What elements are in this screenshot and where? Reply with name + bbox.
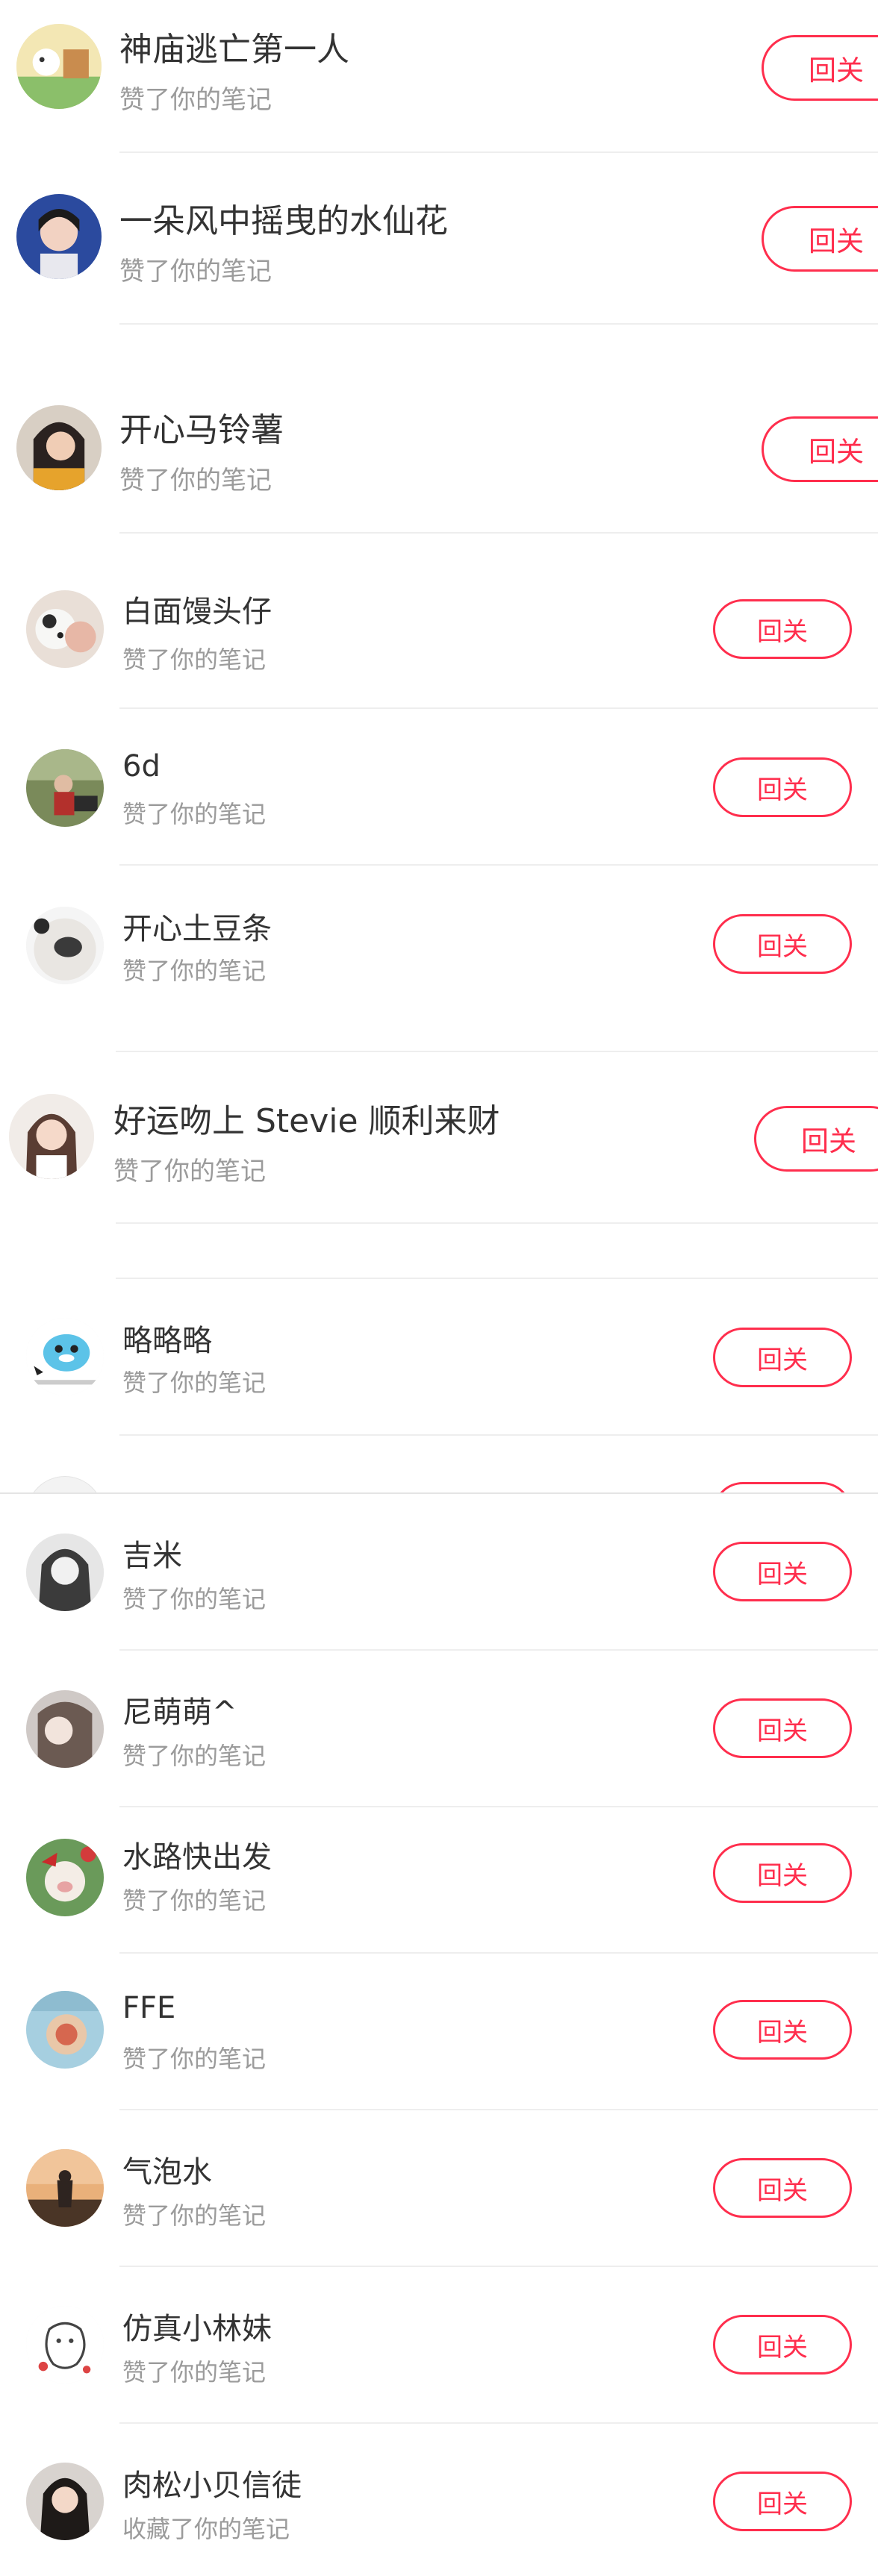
- activity-text: 赞了你的笔记: [119, 466, 272, 495]
- activity-text: 赞了你的笔记: [122, 2358, 267, 2386]
- activity-text: 赞了你的笔记: [119, 257, 272, 287]
- activity-text: 赞了你的笔记: [122, 645, 267, 674]
- food-photo-avatar[interactable]: [26, 1991, 104, 2069]
- list-item[interactable]: 好运吻上 Stevie 顺利来财 赞了你的笔记 回关: [0, 1052, 878, 1224]
- list-item[interactable]: 白面馒头仔 赞了你的笔记 回关: [0, 534, 878, 709]
- doodle-avatar[interactable]: [26, 2306, 104, 2383]
- portrait-photo-avatar[interactable]: [26, 1690, 104, 1768]
- girl-photo-avatar[interactable]: [9, 1094, 94, 1179]
- activity-text: 赞了你的笔记: [122, 1369, 267, 1397]
- follow-back-button[interactable]: 回关: [713, 2158, 852, 2218]
- follow-back-button[interactable]: 回关: [762, 206, 878, 272]
- follow-back-button[interactable]: 回关: [713, 1843, 852, 1903]
- list-item[interactable]: 水路快出发 赞了你的笔记 回关: [0, 1807, 878, 1954]
- portrait-photo-avatar[interactable]: [26, 1534, 104, 1611]
- activity-text: 赞了你的笔记: [122, 2045, 267, 2073]
- follow-back-button[interactable]: 回关: [762, 416, 878, 482]
- sunset-photo-avatar[interactable]: [26, 2149, 104, 2227]
- list-item[interactable]: 吉米 赞了你的笔记 回关: [0, 1494, 878, 1651]
- activity-text: 收藏了你的笔记: [122, 2515, 290, 2543]
- username: 略略略: [122, 1324, 212, 1358]
- activity-text: 赞了你的笔记: [122, 1742, 267, 1770]
- list-item[interactable]: 略略略 赞了你的笔记 回关: [0, 1279, 878, 1436]
- username: 吉米: [122, 1539, 182, 1573]
- list-item[interactable]: 6d 赞了你的笔记 回关: [0, 709, 878, 866]
- username: 6d: [122, 749, 161, 784]
- follow-back-button[interactable]: 回关: [754, 1106, 878, 1172]
- activity-text: 赞了你的笔记: [122, 800, 267, 828]
- follow-back-button[interactable]: 回关: [713, 1542, 852, 1601]
- outdoor-photo-avatar[interactable]: [26, 749, 104, 827]
- activity-text: 赞了你的笔记: [122, 1585, 267, 1613]
- username: 气泡水: [122, 2155, 212, 2189]
- activity-text: 赞了你的笔记: [113, 1157, 266, 1187]
- avatar: [26, 1476, 104, 1492]
- username: 水路快出发: [122, 1840, 272, 1875]
- follow-back-button[interactable]: 回关: [762, 35, 878, 101]
- list-item[interactable]: 神庙逃亡第一人 赞了你的笔记 回关: [0, 0, 878, 153]
- dog-photo-avatar[interactable]: [26, 590, 104, 668]
- follow-back-button[interactable]: 回关: [713, 2000, 852, 2060]
- activity-text: 赞了你的笔记: [122, 2201, 267, 2230]
- list-item[interactable]: 尼萌萌^ 赞了你的笔记 回关: [0, 1651, 878, 1807]
- girl-photo-avatar[interactable]: [26, 2463, 104, 2540]
- username: FFE: [122, 1991, 176, 2025]
- username: 仿真小林妹: [122, 2312, 272, 2346]
- username: 神庙逃亡第一人: [119, 31, 349, 69]
- follow-back-button: [713, 1482, 852, 1492]
- activity-text: 赞了你的笔记: [122, 957, 267, 985]
- list-item[interactable]: 开心马铃薯 赞了你的笔记 回关: [0, 362, 878, 534]
- follow-back-button[interactable]: 回关: [713, 2472, 852, 2531]
- follow-back-button[interactable]: 回关: [713, 757, 852, 817]
- list-item[interactable]: 气泡水 赞了你的笔记 回关: [0, 2110, 878, 2267]
- cartoon-avatar[interactable]: [16, 24, 102, 109]
- list-item[interactable]: 肉松小贝信徒 收藏了你的笔记 回关: [0, 2424, 878, 2576]
- username: 一朵风中摇曳的水仙花: [119, 202, 448, 240]
- girl-photo-avatar[interactable]: [16, 194, 102, 279]
- list-item-partial: [0, 1436, 878, 1492]
- cartoon-pig-avatar[interactable]: [26, 1839, 104, 1916]
- follow-back-button[interactable]: 回关: [713, 1328, 852, 1387]
- activity-text: 赞了你的笔记: [122, 1886, 267, 1915]
- username: 肉松小贝信徒: [122, 2469, 302, 2503]
- list-item[interactable]: 开心土豆条 赞了你的笔记 回关: [0, 866, 878, 1052]
- username: 开心马铃薯: [119, 411, 284, 449]
- animal-nose-avatar[interactable]: [26, 907, 104, 984]
- username: 好运吻上 Stevie 顺利来财: [113, 1102, 500, 1140]
- follow-back-button[interactable]: 回关: [713, 1698, 852, 1758]
- username: 开心土豆条: [122, 912, 272, 946]
- follow-back-button[interactable]: 回关: [713, 914, 852, 974]
- list-item[interactable]: FFE 赞了你的笔记 回关: [0, 1954, 878, 2110]
- username: 尼萌萌^: [122, 1695, 237, 1730]
- list-item[interactable]: 仿真小林妹 赞了你的笔记 回关: [0, 2267, 878, 2424]
- username: 白面馒头仔: [122, 595, 272, 629]
- follow-back-button[interactable]: 回关: [713, 599, 852, 659]
- follow-back-button[interactable]: 回关: [713, 2315, 852, 2375]
- cartoon-penguin-avatar[interactable]: [26, 1318, 104, 1395]
- list-item[interactable]: 一朵风中摇曳的水仙花 赞了你的笔记 回关: [0, 153, 878, 325]
- divider: [116, 1222, 878, 1224]
- girl-photo-avatar[interactable]: [16, 405, 102, 490]
- activity-text: 赞了你的笔记: [119, 85, 272, 115]
- divider: [119, 323, 878, 325]
